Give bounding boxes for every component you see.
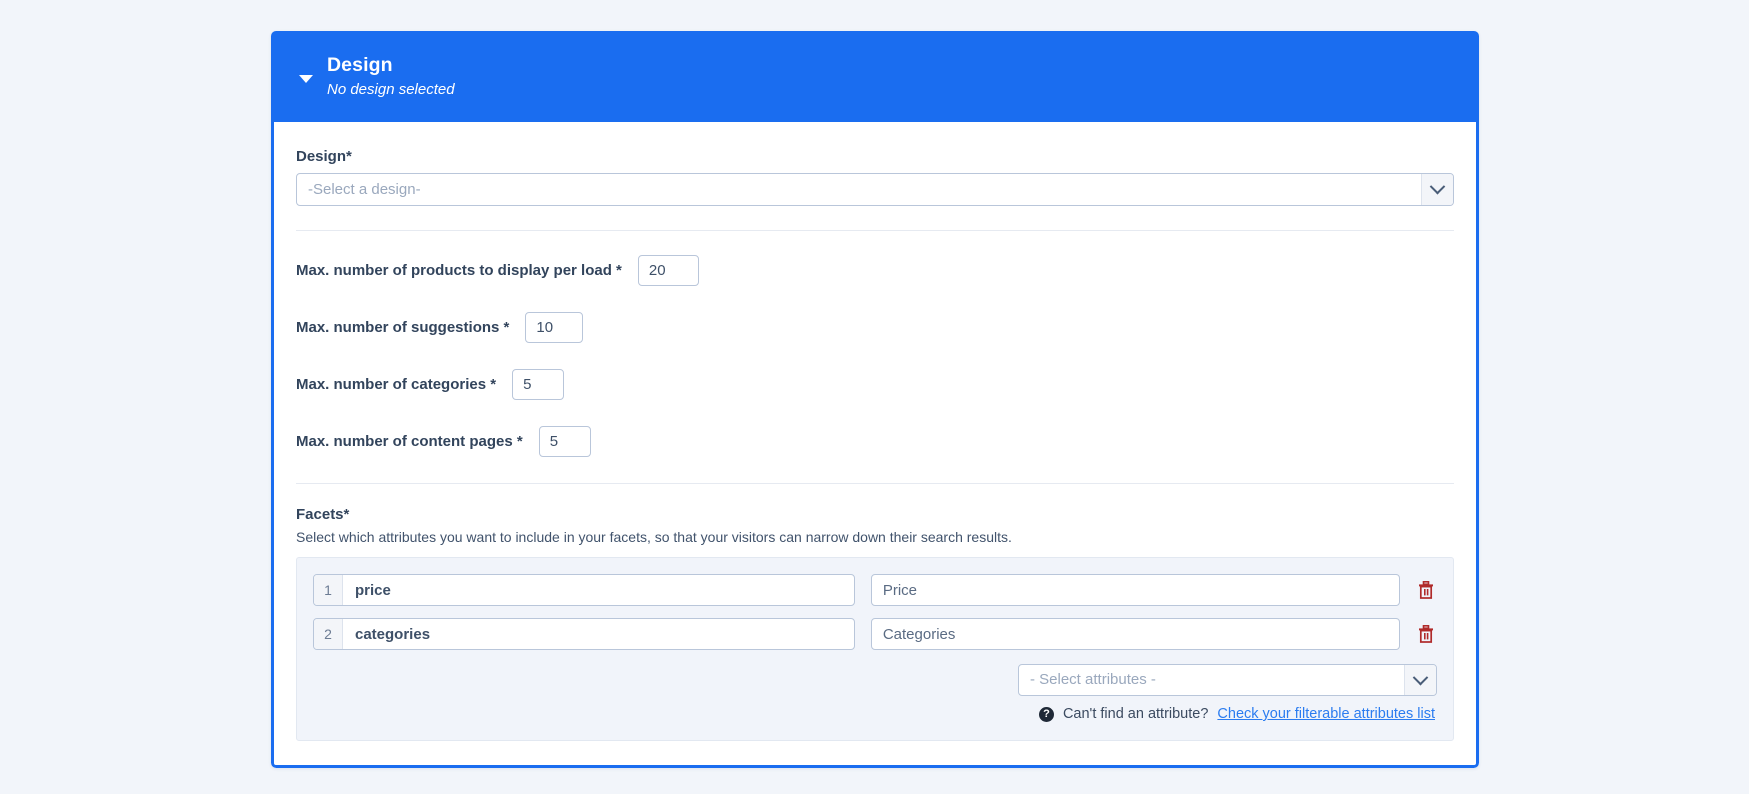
design-select[interactable]: -Select a design-	[296, 173, 1454, 206]
label-max-products-per-load: Max. number of products to display per l…	[296, 261, 622, 279]
trash-icon	[1419, 625, 1434, 643]
cant-find-attribute-row: ? Can't find an attribute? Check your fi…	[1038, 706, 1435, 722]
input-max-suggestions[interactable]	[525, 311, 584, 343]
facet-label-input[interactable]	[870, 574, 1400, 606]
facet-attribute-name: price	[355, 581, 391, 599]
design-select-wrap: -Select a design-	[296, 173, 1454, 206]
label-max-suggestions: Max. number of suggestions *	[296, 318, 510, 336]
design-field-group: Design* -Select a design-	[296, 148, 1454, 206]
facet-row: 1 price	[313, 574, 1437, 606]
filterable-attributes-link[interactable]: Check your filterable attributes list	[1217, 706, 1435, 722]
input-max-categories[interactable]	[512, 368, 565, 400]
facet-attribute-group[interactable]: 2 categories	[313, 618, 855, 650]
collapse-toggle-button[interactable]	[293, 71, 319, 83]
design-label: Design*	[296, 148, 352, 165]
row-max-suggestions: Max. number of suggestions *	[296, 309, 1454, 345]
design-settings-card: Design No design selected Design* -Selec…	[271, 31, 1479, 768]
facet-index: 1	[314, 575, 343, 605]
facet-delete-button[interactable]	[1416, 578, 1437, 602]
input-max-content-pages[interactable]	[538, 425, 591, 457]
page-root: Design No design selected Design* -Selec…	[0, 0, 1749, 794]
divider-before-facets	[296, 483, 1454, 484]
row-max-products-per-load: Max. number of products to display per l…	[296, 252, 1454, 288]
header-text-group: Design No design selected	[327, 53, 455, 100]
divider-after-design	[296, 230, 1454, 231]
card-header[interactable]: Design No design selected	[271, 31, 1479, 122]
facet-index: 2	[314, 619, 343, 649]
header-subtitle: No design selected	[327, 81, 455, 99]
facet-attribute-group[interactable]: 1 price	[313, 574, 855, 606]
row-max-content-pages: Max. number of content pages *	[296, 423, 1454, 459]
label-max-content-pages: Max. number of content pages *	[296, 432, 523, 450]
caret-down-icon	[299, 74, 313, 83]
card-body: Design* -Select a design- Max. number of…	[271, 122, 1479, 768]
label-max-categories: Max. number of categories *	[296, 375, 497, 393]
trash-icon	[1419, 581, 1434, 599]
facets-panel: 1 price Price 2 categories Categories - …	[296, 557, 1454, 741]
facets-footer: - Select attributes - ? Can't find an at…	[313, 664, 1437, 722]
facet-delete-button[interactable]	[1416, 622, 1437, 646]
facet-row: 2 categories	[313, 618, 1437, 650]
cant-find-attribute-text: Can't find an attribute?	[1062, 706, 1209, 722]
question-mark-icon: ?	[1038, 706, 1054, 722]
facet-label-input[interactable]	[870, 618, 1400, 650]
facets-title: Facets*	[296, 506, 350, 523]
attribute-select-wrap: - Select attributes -	[1018, 664, 1437, 696]
row-max-categories: Max. number of categories *	[296, 366, 1454, 402]
input-max-products-per-load[interactable]	[637, 254, 699, 286]
facets-help-text: Select which attributes you want to incl…	[296, 529, 1012, 545]
page-title: Design	[327, 53, 393, 76]
facet-attribute-name: categories	[355, 625, 431, 643]
attribute-select[interactable]: - Select attributes -	[1018, 664, 1437, 696]
